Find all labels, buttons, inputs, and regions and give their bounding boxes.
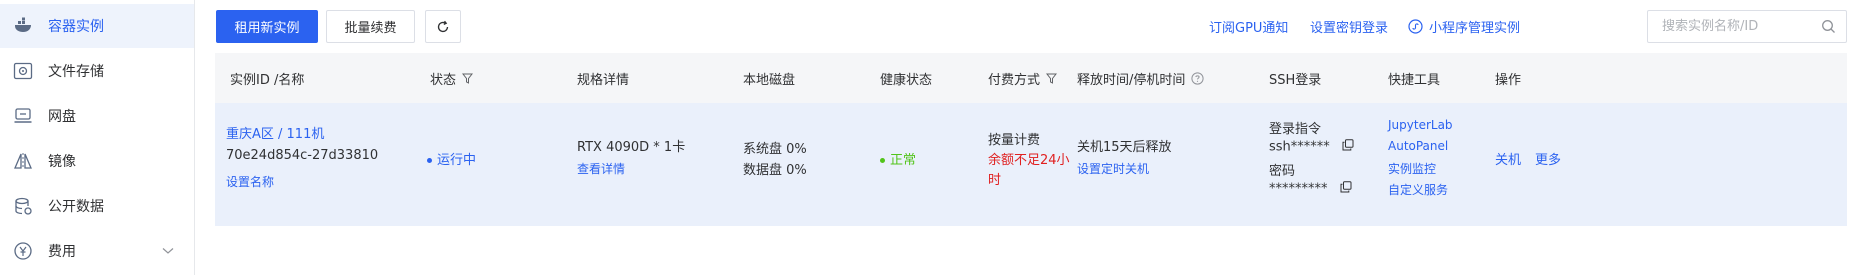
sidebar-item-label: 公开数据: [48, 199, 104, 215]
sidebar-item-label: 网盘: [48, 109, 76, 125]
system-disk-usage: 系统盘 0%: [743, 142, 807, 157]
refresh-button[interactable]: [425, 10, 461, 43]
health-dot: [880, 158, 885, 163]
column-header-release: 释放时间/停机时间: [1077, 69, 1204, 88]
miniprogram-icon: [1408, 19, 1423, 34]
sidebar-item-cloud-drive[interactable]: 网盘: [0, 94, 194, 138]
cloud-drive-icon: [12, 105, 34, 127]
password-label: 密码: [1269, 164, 1296, 179]
yen-icon: [12, 240, 34, 262]
billing-type: 按量计费: [988, 133, 1041, 148]
column-header-spec: 规格详情: [577, 73, 630, 88]
gpu-spec: RTX 4090D * 1卡: [577, 140, 686, 155]
shutdown-button[interactable]: 关机: [1495, 149, 1521, 168]
column-header-health: 健康状态: [880, 73, 933, 88]
container-icon: [12, 15, 34, 37]
instance-name-link[interactable]: 重庆A区 / 111机: [226, 123, 324, 142]
set-key-login-link[interactable]: 设置密钥登录: [1310, 17, 1388, 36]
tool-autopanel-link[interactable]: AutoPanel: [1388, 139, 1448, 153]
filter-icon[interactable]: [1046, 73, 1058, 84]
sidebar-item-label: 文件存储: [48, 64, 104, 80]
copy-icon[interactable]: [1340, 181, 1352, 197]
sidebar-item-file-storage[interactable]: 文件存储: [0, 49, 194, 93]
password-value: *********: [1269, 181, 1352, 197]
table-row: 重庆A区 / 111机 70e24d854c-27d33810 设置名称 运行中…: [215, 103, 1847, 226]
column-header-billing[interactable]: 付费方式: [988, 69, 1058, 88]
help-icon[interactable]: [1191, 72, 1204, 85]
image-icon: [12, 150, 34, 172]
search-icon[interactable]: [1821, 19, 1836, 38]
subscribe-gpu-notice-link[interactable]: 订阅GPU通知: [1209, 17, 1288, 36]
database-icon: [12, 195, 34, 217]
balance-warning-cont: 时: [988, 173, 1002, 188]
sidebar-item-label: 镜像: [48, 154, 76, 170]
column-header-id-name: 实例ID /名称: [230, 73, 305, 88]
sidebar-item-container-instances[interactable]: 容器实例: [0, 4, 194, 48]
filter-icon[interactable]: [462, 73, 474, 84]
refresh-icon: [437, 20, 449, 32]
health-status: 正常: [880, 149, 916, 168]
set-name-link[interactable]: 设置名称: [226, 173, 274, 190]
chevron-down-icon[interactable]: [162, 243, 174, 259]
rent-new-instance-button[interactable]: 租用新实例: [216, 10, 318, 43]
search-box: [1647, 10, 1847, 43]
tool-monitor-link[interactable]: 实例监控: [1388, 160, 1436, 177]
sidebar-item-billing[interactable]: 费用: [0, 229, 194, 273]
view-detail-link[interactable]: 查看详情: [577, 160, 625, 177]
tool-jupyterlab-link[interactable]: JupyterLab: [1388, 118, 1453, 132]
ssh-command-label: 登录指令: [1269, 122, 1322, 137]
sidebar-item-public-data[interactable]: 公开数据: [0, 184, 194, 228]
search-input[interactable]: [1662, 11, 1822, 42]
app-root: 容器实例 文件存储 网盘 镜像 公开数据 费用 租用新实例 批量续费 订阅GPU…: [0, 0, 1863, 275]
tool-custom-service-link[interactable]: 自定义服务: [1388, 181, 1448, 198]
balance-warning: 余额不足24小: [988, 153, 1070, 168]
copy-icon[interactable]: [1342, 139, 1354, 155]
status-badge: 运行中: [427, 149, 476, 168]
table-header: 实例ID /名称 状态 规格详情 本地磁盘 健康状态 付费方式 释放时间/停机时…: [215, 53, 1847, 103]
sidebar-item-label: 费用: [48, 244, 76, 260]
release-time: 关机15天后释放: [1077, 140, 1172, 155]
miniprogram-manage-link[interactable]: 小程序管理实例: [1408, 17, 1520, 36]
file-storage-icon: [12, 60, 34, 82]
column-header-actions: 操作: [1495, 73, 1522, 88]
column-header-tools: 快捷工具: [1388, 73, 1441, 88]
more-button[interactable]: 更多: [1535, 149, 1561, 168]
miniprogram-manage-label: 小程序管理实例: [1429, 21, 1521, 36]
instance-id: 70e24d854c-27d33810: [226, 148, 379, 163]
sidebar-item-label: 容器实例: [48, 19, 104, 35]
column-header-disk: 本地磁盘: [743, 73, 796, 88]
column-header-ssh: SSH登录: [1269, 73, 1322, 88]
column-header-status[interactable]: 状态: [430, 69, 474, 88]
ssh-command: ssh******: [1269, 139, 1354, 155]
sidebar-item-images[interactable]: 镜像: [0, 139, 194, 183]
batch-renew-button[interactable]: 批量续费: [326, 10, 415, 43]
sidebar: 容器实例 文件存储 网盘 镜像 公开数据 费用: [0, 0, 195, 275]
set-scheduled-shutdown-link[interactable]: 设置定时关机: [1077, 160, 1149, 177]
data-disk-usage: 数据盘 0%: [743, 163, 807, 178]
status-dot: [427, 158, 432, 163]
